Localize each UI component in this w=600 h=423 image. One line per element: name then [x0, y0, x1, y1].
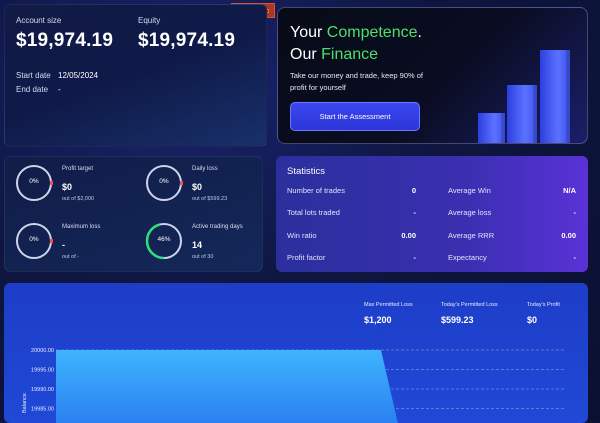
objective-title: Daily loss: [192, 166, 218, 172]
y-tick-label: 19995.00: [31, 368, 54, 374]
objective-subtext: out of $2,000: [62, 196, 95, 202]
stat-label: Number of trades: [287, 186, 345, 195]
objective-value: $0: [62, 182, 73, 192]
objective-title: Active trading days: [192, 224, 243, 230]
equity-label: Equity: [138, 16, 161, 25]
stat-value: 0: [411, 186, 416, 195]
promo-subtitle: Take our money and trade, keep 90% of pr…: [290, 71, 424, 92]
promo-banner: Your Competence. Our Finance Take our mo…: [277, 7, 588, 144]
stat-value: 0.00: [401, 231, 416, 240]
objective-value: 14: [192, 240, 203, 250]
stat-value: -: [573, 208, 577, 217]
equity-value: $19,974.19: [138, 30, 236, 51]
objective-title: Maximum loss: [62, 224, 101, 230]
start-assessment-button[interactable]: Start the Assessment: [290, 102, 420, 131]
stat-label: Profit factor: [287, 253, 326, 262]
end-date-value: -: [58, 85, 61, 94]
progress-percent: 0%: [29, 178, 39, 185]
stat-label: Total lots traded: [287, 208, 340, 217]
objective-item: 0% Maximum loss - out of -: [15, 222, 135, 272]
y-tick-label: 20000.00: [31, 348, 54, 354]
promo-title: Your Competence. Our Finance: [290, 22, 422, 66]
objective-item: 0% Profit target $0 out of $2,000: [15, 164, 135, 214]
stat-label: Average loss: [448, 208, 492, 217]
start-date-label: Start date: [16, 71, 51, 80]
account-summary-card: Account size $19,974.19 Equity $19,974.1…: [4, 4, 267, 147]
promo-title-text-2: Our: [290, 46, 322, 63]
y-tick-label: 19990.00: [31, 387, 54, 393]
progress-percent: 0%: [159, 178, 169, 185]
stat-label: Average RRR: [448, 231, 495, 240]
stat-label: Expectancy: [448, 253, 487, 262]
stat-value: N/A: [563, 186, 576, 195]
progress-percent: 0%: [29, 236, 39, 243]
stat-label: Win ratio: [287, 231, 317, 240]
stat-value: -: [413, 253, 417, 262]
objective-value: $0: [192, 182, 203, 192]
y-tick-label: 19985.00: [31, 407, 54, 413]
stat-value: -: [573, 253, 577, 262]
objective-subtext: out of $599.23: [192, 196, 228, 202]
statistics-card: Statistics Number of trades 0 Total lots…: [276, 156, 588, 272]
promo-bar-graphic: [540, 50, 570, 143]
objective-subtext: out of -: [62, 254, 80, 260]
balance-chart: 20000.00 19995.00 19990.00 19985.00Balance: [22, 348, 564, 423]
progress-percent: 46%: [157, 236, 171, 243]
account-size-label: Account size: [16, 16, 62, 25]
promo-title-highlight: Competence: [326, 24, 418, 41]
objective-item: 0% Daily loss $0 out of $599.23: [145, 164, 265, 214]
stat-label: Average Win: [448, 186, 491, 195]
balance-chart-card: Max Permitted Loss $1,200 Today's Permit…: [4, 283, 588, 423]
objective-title: Profit target: [62, 166, 94, 172]
objectives-card: 0% Profit target $0 out of $2,000 0% Daily lo…: [4, 156, 263, 272]
stat-value: 0.00: [561, 231, 576, 240]
statistics-title: Statistics: [287, 166, 326, 177]
objective-item: 46% Active trading days 14 out of 30: [145, 222, 265, 272]
objective-value: -: [62, 240, 65, 250]
account-size-value: $19,974.19: [16, 30, 114, 51]
start-date-value: 12/05/2024: [58, 71, 99, 80]
y-axis-label: Balance: [22, 393, 28, 413]
stat-value: -: [413, 208, 417, 217]
promo-title-text: Your: [290, 24, 327, 41]
objective-subtext: out of 30: [192, 254, 214, 260]
balance-area: [56, 350, 399, 423]
promo-title-highlight-2: Finance: [321, 46, 379, 63]
end-date-label: End date: [16, 85, 49, 94]
promo-bar-graphic: [507, 85, 537, 143]
promo-title-period: .: [417, 24, 422, 41]
promo-bar-graphic: [478, 113, 505, 143]
